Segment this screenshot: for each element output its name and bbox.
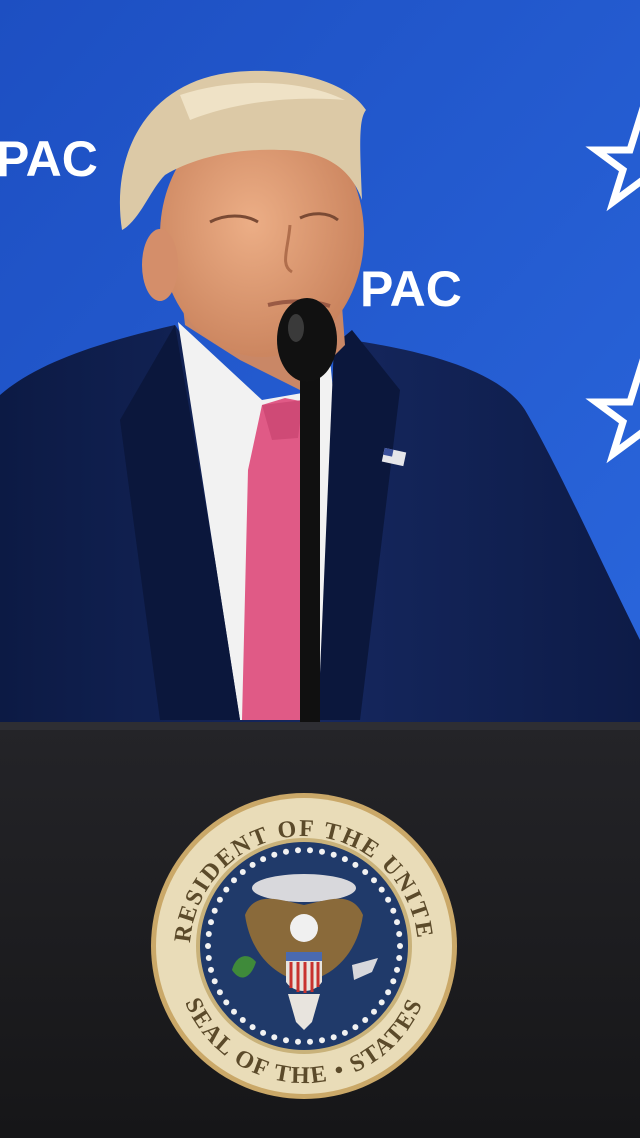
seal-star-dot [223,886,230,893]
seal-star-dot [283,1037,289,1044]
seal-star-dot [211,978,218,985]
seal-star-dot [396,931,403,937]
seal-star-dot [319,848,325,855]
seal-star-dot [394,966,400,973]
microphone-head-icon [277,298,337,382]
seal-star-dot [371,1008,377,1015]
backdrop-logo-left: PAC [0,131,98,187]
seal-star-dot [396,955,403,961]
seal-star-dot [390,907,397,914]
microphone-stand [300,360,320,730]
seal-star-dot [239,1017,246,1023]
seal-star-dot [283,848,289,855]
seal-star-dot [211,907,218,914]
seal-star-dot [231,877,237,884]
seal-star-dot [385,896,392,903]
seal-star-dot [352,1024,359,1031]
scene: PAC PAC PRESIDENT OF THE UNITED SEA [0,0,640,1138]
seal-star-dot [295,1038,301,1045]
seal-star-dot [216,896,223,903]
seal-star-dot [307,847,313,854]
seal-star-dot [341,856,348,863]
seal-star-dot [362,869,369,875]
seal-star-dot [352,861,359,868]
seal-star-dot [397,943,403,949]
backdrop-logo-center: PAC [360,261,462,317]
seal-star-dot [223,999,230,1006]
seal-star-dot [295,847,301,854]
seal-star-dot [205,943,211,949]
seal-star-dot [249,861,256,868]
seal-star-dot [319,1037,325,1044]
seal-star-dot [271,1034,278,1041]
podium-top-edge [0,722,640,730]
seal-star-dot [341,1029,348,1036]
seal-star-dot [260,1029,267,1036]
seal-star-dot [260,856,267,863]
microphone-highlight [288,314,304,342]
seal-star-dot [362,1017,369,1023]
seal-star-dot [394,919,400,926]
seal-star-dot [330,851,337,858]
seal-star-dot [390,978,397,985]
seal-star-dot [249,1024,256,1031]
video-frame: PAC PAC PRESIDENT OF THE UNITED SEA [0,0,640,1138]
seal-star-dot [378,886,385,893]
seal-star-dot [208,919,214,926]
seal-cloud-icon [252,874,356,902]
seal-star-dot [378,999,385,1006]
seal-star-dot [205,931,212,937]
seal-star-dot [385,989,392,996]
seal-star-dot [216,989,223,996]
seal-star-dot [371,877,377,884]
seal-star-dot [231,1008,237,1015]
seal-star-dot [307,1038,313,1045]
seal-star-dot [271,851,278,858]
seal-star-dot [330,1034,337,1041]
eagle-head-icon [290,914,318,942]
seal-star-dot [208,966,214,973]
seal-star-dot [205,955,212,961]
seal-star-dot [239,869,246,875]
ear [142,229,178,301]
